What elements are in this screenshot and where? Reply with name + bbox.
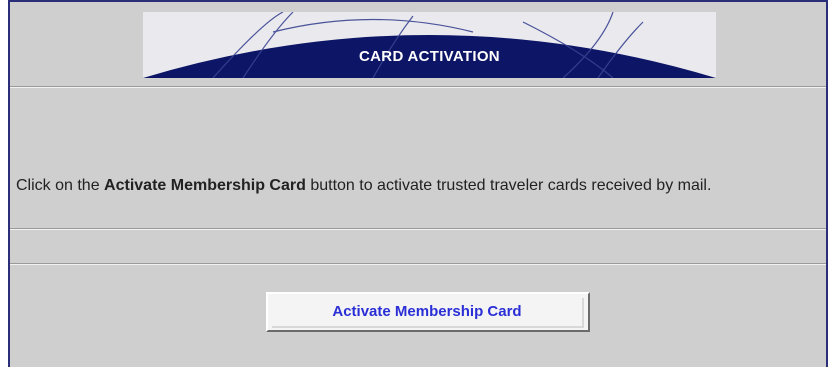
intro-instructions: Click on the Activate Membership Card bu… — [16, 176, 816, 196]
intro-text-emphasis: Activate Membership Card — [104, 177, 306, 194]
card-activation-panel: CARD ACTIVATION Click on the Activate Me… — [8, 0, 828, 367]
banner-title: CARD ACTIVATION — [359, 48, 500, 65]
activate-membership-card-button[interactable]: Activate Membership Card — [266, 292, 590, 332]
header-row: CARD ACTIVATION — [10, 2, 826, 86]
content-divider-lower — [10, 263, 826, 265]
header-divider — [10, 86, 826, 88]
intro-text-prefix: Click on the — [16, 177, 105, 194]
banner-globe-graphic — [143, 12, 716, 78]
card-activation-banner: CARD ACTIVATION — [143, 12, 716, 78]
activate-button-label: Activate Membership Card — [272, 298, 584, 328]
intro-text-suffix: button to activate trusted traveler card… — [305, 177, 712, 194]
content-divider-upper — [10, 228, 826, 230]
